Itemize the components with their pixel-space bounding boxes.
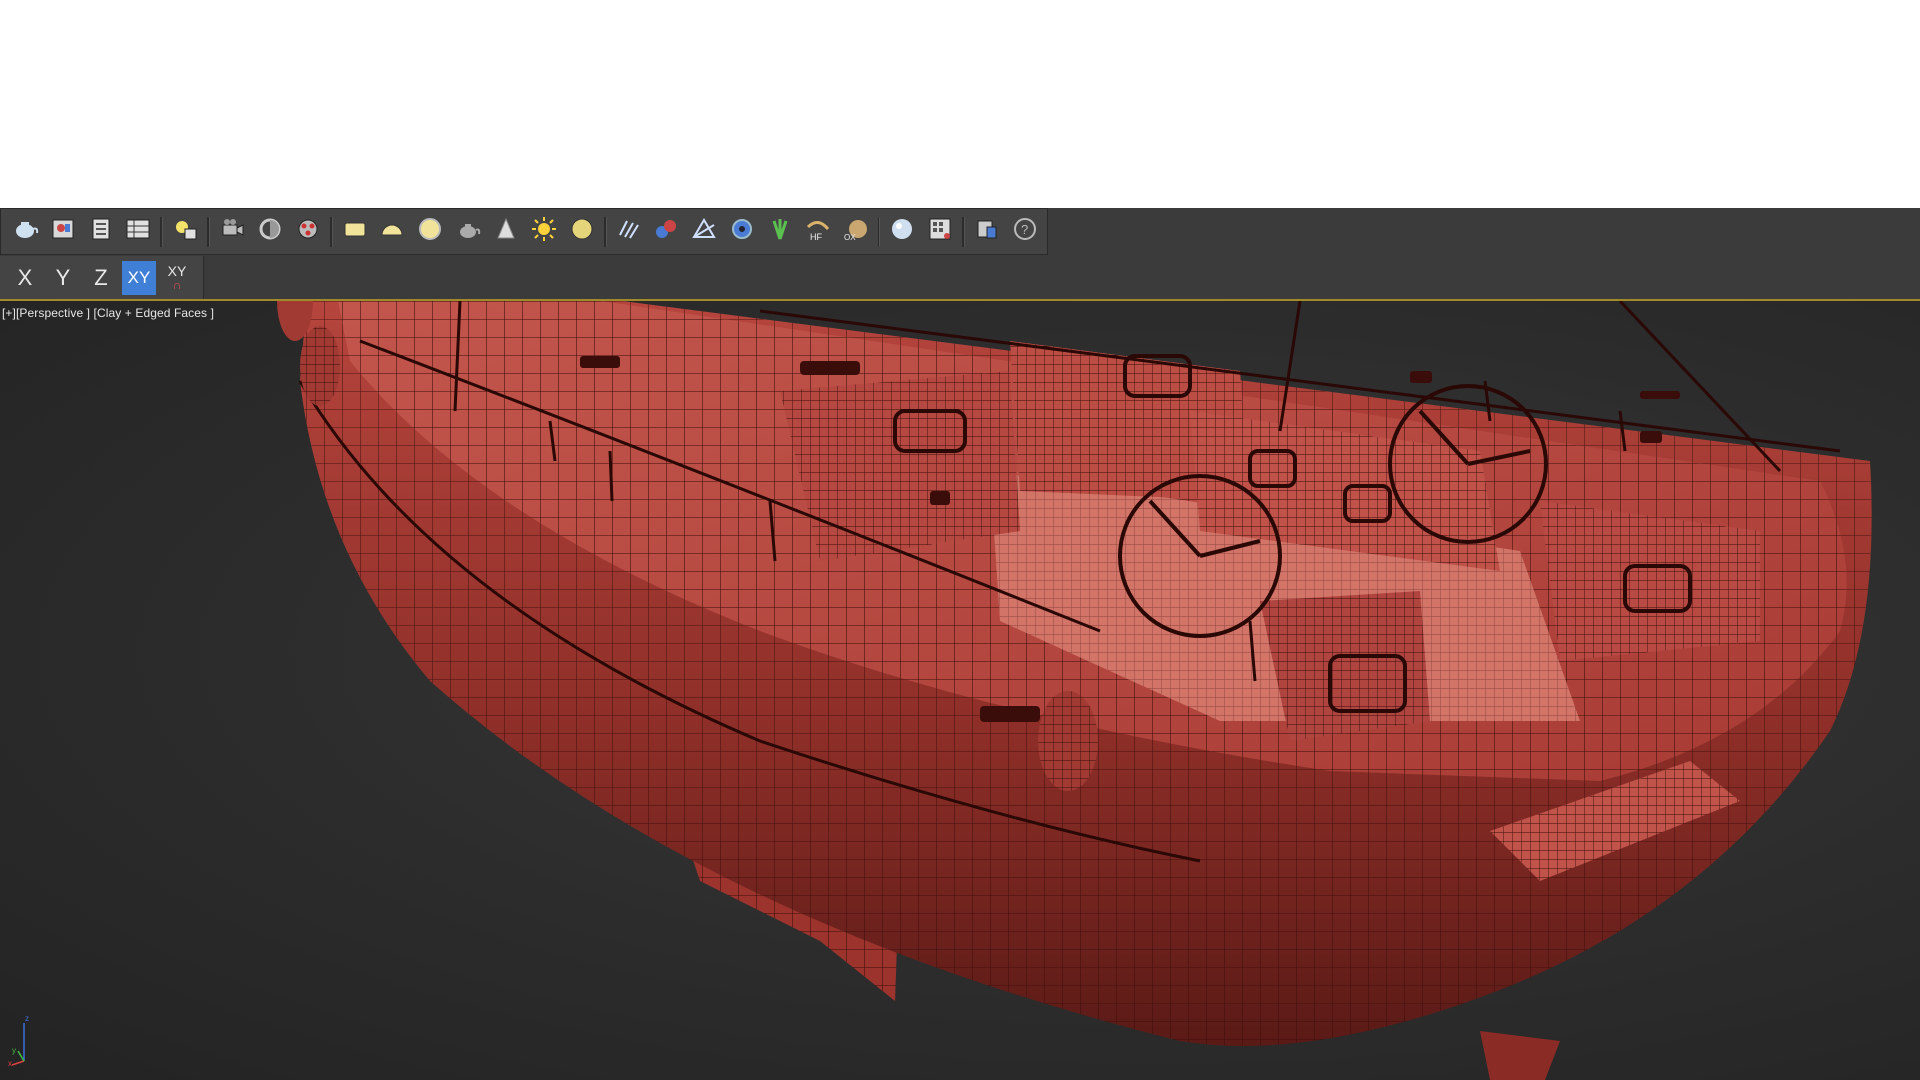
toolbar-separator <box>160 216 164 247</box>
viewport-label: [+][Perspective ] [Clay + Edged Faces ] <box>2 306 214 320</box>
cloth-icon <box>690 215 718 248</box>
help-button[interactable]: ? <box>1009 215 1041 249</box>
rendered-frame-window-button[interactable] <box>47 215 79 249</box>
camera-sequence-button[interactable] <box>216 215 248 249</box>
xy-lock-label: XY <box>167 262 187 279</box>
constrain-z-button[interactable]: Z <box>84 261 118 295</box>
axis-constraints-group: X Y Z XY XY ∩ <box>0 256 204 299</box>
material-sphere-icon <box>888 215 916 248</box>
hemisphere-button[interactable] <box>377 215 409 249</box>
sun-light-button[interactable] <box>528 215 560 249</box>
render-toolbar-group: HF OX? <box>0 208 1048 255</box>
plane-primitive-icon <box>341 215 369 248</box>
toolbar-separator <box>329 216 333 247</box>
toolbar-separator <box>207 216 211 247</box>
lock-icon: ∩ <box>172 277 182 292</box>
scene-explorer-button[interactable] <box>971 215 1003 249</box>
grass-icon <box>766 215 794 248</box>
svg-text:x: x <box>8 1059 12 1067</box>
gear-modifier-icon <box>728 215 756 248</box>
ox-shell-button[interactable]: OX <box>840 215 872 249</box>
viewport-view-menu[interactable]: [Perspective ] <box>16 306 90 320</box>
sphere-button[interactable] <box>414 215 446 249</box>
ox-shell-icon: OX <box>842 215 870 248</box>
environment-light-button[interactable] <box>169 215 201 249</box>
camera-sequence-icon <box>218 215 246 248</box>
omni-sphere-icon <box>568 215 596 248</box>
particle-flow-button[interactable] <box>650 215 682 249</box>
rendered-frame-window-icon <box>49 215 77 248</box>
material-editor-button[interactable] <box>924 215 956 249</box>
sphere-icon <box>416 215 444 248</box>
constrain-x-button[interactable]: X <box>8 261 42 295</box>
render-setup-icon <box>87 215 115 248</box>
teapot-primitive-button[interactable] <box>452 215 484 249</box>
render-setup-table-icon <box>124 215 152 248</box>
teapot-render-button[interactable] <box>9 215 41 249</box>
viewport-plus-menu[interactable]: [+] <box>2 306 16 320</box>
render-in-cloud-icon <box>256 215 284 248</box>
render-setup-table-button[interactable] <box>123 215 155 249</box>
hair-fur-button[interactable] <box>613 215 645 249</box>
perspective-viewport[interactable]: [+][Perspective ] [Clay + Edged Faces ] <box>0 301 1920 1080</box>
teapot-render-icon <box>11 215 39 248</box>
hemisphere-icon <box>378 215 406 248</box>
particle-flow-icon <box>652 215 680 248</box>
toolbar-separator <box>603 216 607 247</box>
hair-fur-icon <box>615 215 643 248</box>
svg-text:z: z <box>25 1014 29 1023</box>
grass-button[interactable] <box>764 215 796 249</box>
main-toolbar: HF OX? <box>0 208 1920 256</box>
top-white-margin <box>0 0 1920 208</box>
material-sphere-button[interactable] <box>886 215 918 249</box>
environment-light-icon <box>171 215 199 248</box>
svg-text:OX: OX <box>844 233 856 242</box>
svg-text:?: ? <box>1021 222 1028 237</box>
scene-explorer-icon <box>973 215 1001 248</box>
svg-text:y: y <box>12 1046 16 1055</box>
constrain-y-button[interactable]: Y <box>46 261 80 295</box>
hf-hair-icon: HF <box>804 215 832 248</box>
sun-light-icon <box>530 215 558 248</box>
viewport-shading-menu[interactable]: [Clay + Edged Faces ] <box>94 306 215 320</box>
svg-text:HF: HF <box>810 232 822 242</box>
material-editor-icon <box>926 215 954 248</box>
video-post-button[interactable] <box>292 215 324 249</box>
video-post-icon <box>294 215 322 248</box>
omni-sphere-button[interactable] <box>566 215 598 249</box>
render-setup-button[interactable] <box>85 215 117 249</box>
constrain-xy-lock-button[interactable]: XY ∩ <box>160 261 194 295</box>
toolbar-separator <box>962 216 966 247</box>
constrain-xy-button[interactable]: XY <box>122 260 156 295</box>
cone-button[interactable] <box>490 215 522 249</box>
hf-hair-button[interactable]: HF <box>802 215 834 249</box>
toolbar-separator <box>877 216 881 247</box>
cloth-button[interactable] <box>688 215 720 249</box>
cone-icon <box>492 215 520 248</box>
teapot-primitive-icon <box>454 215 482 248</box>
plane-primitive-button[interactable] <box>339 215 371 249</box>
axis-constraints-toolbar: X Y Z XY XY ∩ <box>0 256 1920 301</box>
axis-gizmo: z y x <box>8 1014 29 1067</box>
gear-modifier-button[interactable] <box>726 215 758 249</box>
render-in-cloud-button[interactable] <box>254 215 286 249</box>
sailboat-model[interactable] <box>0 301 1920 1080</box>
help-icon: ? <box>1011 215 1039 248</box>
